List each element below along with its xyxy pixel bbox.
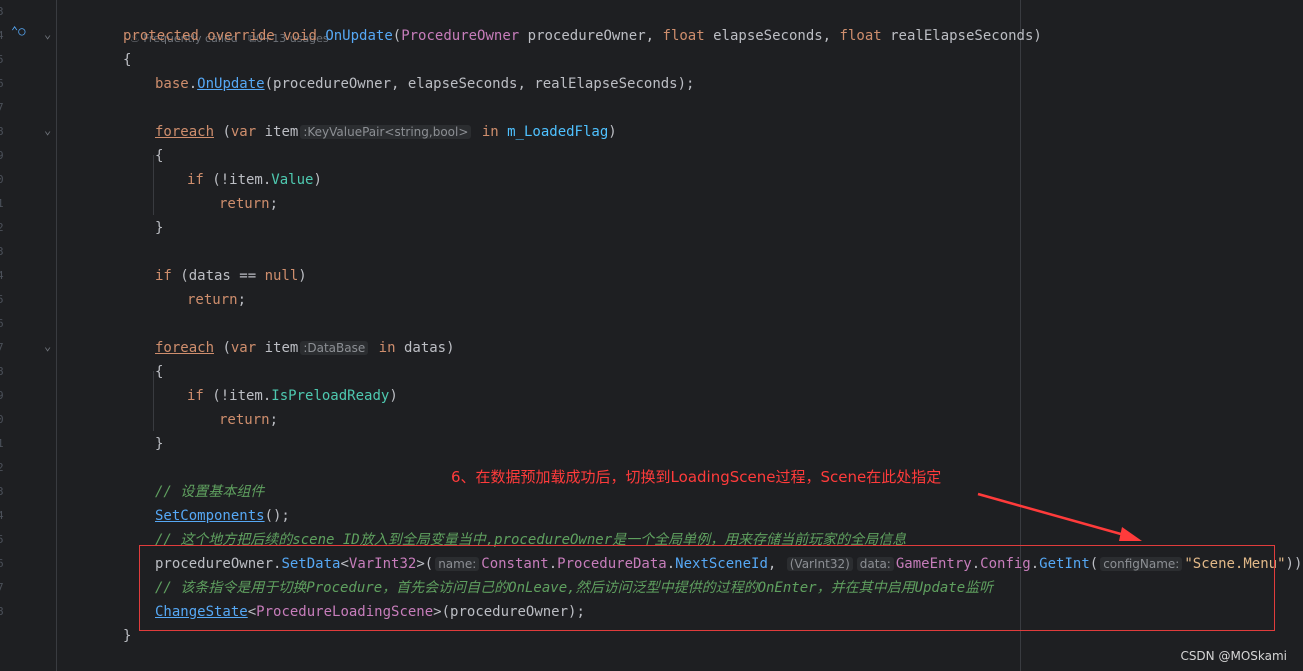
watermark: CSDN @MOSkami xyxy=(1180,649,1287,663)
annotation-arrow xyxy=(977,492,1142,541)
